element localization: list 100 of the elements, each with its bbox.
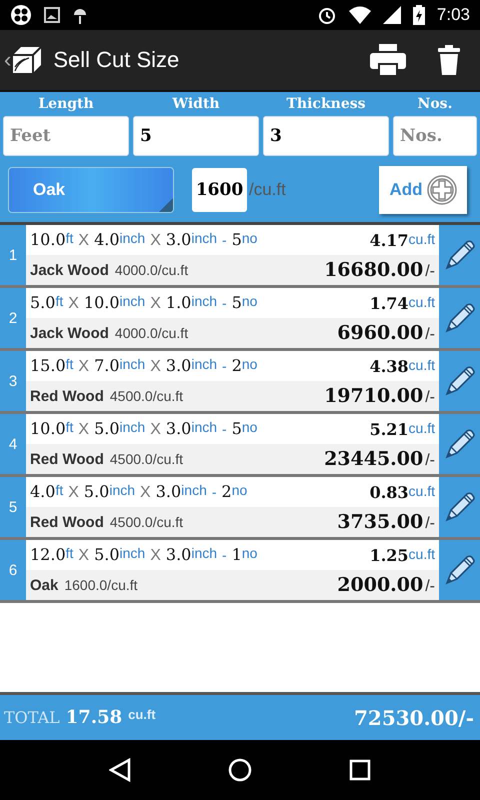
unit-label: inch	[191, 293, 218, 309]
total-volume: 17.58	[66, 707, 122, 728]
unit-label: cu.ft	[408, 546, 435, 562]
amount-suffix: /-	[425, 326, 435, 344]
amount-suffix: /-	[425, 578, 435, 596]
dimension-value: 3.0	[166, 356, 192, 375]
status-time: 7:03	[436, 5, 470, 25]
edit-button[interactable]	[439, 540, 480, 600]
delete-button[interactable]	[438, 45, 460, 75]
print-button[interactable]	[370, 44, 406, 76]
volume-value: 0.83	[370, 482, 409, 502]
unit-label: no	[232, 482, 248, 498]
back-button[interactable]	[108, 758, 131, 782]
input-field[interactable]: Feet	[3, 116, 129, 156]
times-sign: X	[150, 421, 161, 439]
screen-title: Sell Cut Size	[53, 47, 180, 73]
wood-name: Red Wood	[30, 388, 104, 404]
unit-label: cu.ft	[408, 482, 435, 498]
dash: -	[222, 421, 227, 437]
pencil-icon	[442, 553, 476, 587]
times-sign: X	[78, 358, 90, 376]
dimension-value: 3.0	[166, 419, 192, 438]
back-icon	[108, 758, 131, 782]
dimension-value: 5.0	[84, 482, 110, 501]
dash: -	[212, 484, 217, 500]
wood-rate: 4500.0/cu.ft	[110, 450, 184, 466]
amount-value: 19710.00	[324, 385, 424, 407]
recents-button[interactable]	[349, 759, 372, 781]
edit-button[interactable]	[439, 288, 480, 348]
count-value: 5	[232, 419, 242, 438]
printer-icon	[370, 44, 406, 76]
trash-icon	[438, 45, 460, 75]
pencil-icon	[442, 427, 476, 461]
wood-rate: 1600.0/cu.ft	[64, 576, 138, 592]
dimension-value: 3.0	[156, 482, 182, 501]
dimension-value: 7.0	[94, 356, 120, 375]
dimension-value: 12.0	[30, 545, 66, 564]
wood-rate: 4500.0/cu.ft	[110, 388, 184, 404]
dash: -	[222, 232, 227, 248]
unit-label: no	[242, 356, 258, 372]
amount-value: 2000.00	[337, 574, 424, 596]
unit-label: inch	[191, 545, 218, 561]
row-number: 1	[0, 225, 26, 285]
dimension-value: 5.0	[94, 545, 120, 564]
wood-name: Oak	[30, 576, 58, 594]
unit-label: inch	[191, 356, 218, 372]
home-icon	[228, 758, 252, 782]
field-label: Nos.	[416, 96, 454, 112]
unit-label: inch	[120, 356, 146, 372]
count-value: 5	[232, 293, 242, 312]
unit-label: no	[242, 545, 258, 561]
unit-label: inch	[181, 482, 207, 498]
signal-icon	[382, 6, 401, 24]
unit-label: ft	[55, 482, 64, 498]
unit-label: no	[242, 230, 258, 246]
edit-button[interactable]	[439, 414, 480, 474]
wood-name: Red Wood	[30, 514, 104, 530]
input-field[interactable]: 5	[133, 116, 259, 156]
wood-name: Red Wood	[30, 450, 104, 468]
dimension-value: 10.0	[30, 419, 66, 438]
unit-label: ft	[55, 293, 64, 309]
times-sign: X	[78, 232, 90, 250]
alarm-icon	[316, 5, 337, 25]
amount-value: 3735.00	[337, 511, 424, 533]
wifi-icon	[348, 6, 371, 24]
recents-icon	[349, 759, 372, 781]
unit-label: no	[242, 293, 258, 309]
amount-suffix: /-	[425, 389, 435, 407]
input-field[interactable]: 3	[263, 116, 389, 156]
edit-button[interactable]	[439, 351, 480, 411]
home-button[interactable]	[228, 758, 252, 782]
wood-name: Jack Wood	[30, 262, 109, 278]
wood-name: Jack Wood	[30, 324, 109, 342]
times-sign: X	[68, 484, 79, 502]
input-field[interactable]: Nos.	[393, 116, 477, 156]
dimension-value: 15.0	[30, 356, 66, 375]
times-sign: X	[78, 547, 90, 565]
dimension-value: 10.0	[30, 230, 66, 249]
count-value: 2	[222, 482, 232, 501]
unit-label: ft	[66, 230, 74, 246]
volume-value: 1.74	[370, 294, 409, 312]
dimension-value: 10.0	[84, 293, 120, 312]
unit-label: cu.ft	[408, 294, 435, 310]
times-sign: X	[68, 295, 79, 313]
amount-suffix: /-	[425, 263, 435, 281]
field-label: Length	[37, 96, 95, 112]
dimension-value: 3.0	[166, 230, 192, 249]
edit-button[interactable]	[439, 225, 480, 285]
edit-button[interactable]	[439, 477, 480, 537]
app-icon	[10, 4, 32, 26]
wood-rate: 4500.0/cu.ft	[110, 514, 184, 530]
pencil-icon	[442, 301, 476, 335]
unit-label: no	[242, 419, 258, 435]
unit-label: inch	[109, 482, 136, 498]
price-field[interactable]: 1600	[192, 168, 247, 212]
amount-suffix: /-	[425, 452, 435, 470]
amount-value: 16680.00	[324, 259, 424, 281]
unit-label: ft	[66, 356, 74, 372]
count-value: 2	[232, 356, 242, 375]
back-caret[interactable]: ‹	[4, 47, 12, 73]
